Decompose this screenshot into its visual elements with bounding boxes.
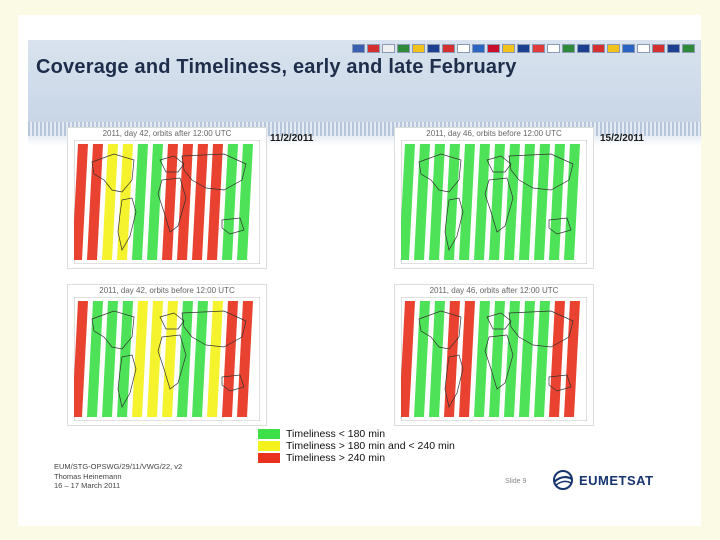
slide-number: Slide 9 [505, 478, 527, 485]
footer-doc-ref: EUM/STG-OPSWG/29/11/VWG/22, v2 [54, 462, 183, 471]
flag-icon [622, 44, 635, 53]
flag-icon [517, 44, 530, 53]
eumetsat-globe-icon [553, 470, 573, 490]
footer-date: 16 – 17 March 2011 [54, 481, 121, 490]
map-panel-1: 2011, day 42, orbits after 12:00 UTC [67, 127, 267, 269]
coverage-map [74, 140, 260, 264]
flag-icon [607, 44, 620, 53]
map-caption: 2011, day 46, orbits before 12:00 UTC [426, 129, 562, 138]
map-caption: 2011, day 42, orbits before 12:00 UTC [99, 286, 235, 295]
legend-swatch-yellow [258, 441, 280, 451]
flag-icon [397, 44, 410, 53]
footer-info: EUM/STG-OPSWG/29/11/VWG/22, v2 Thomas He… [54, 462, 182, 491]
date-label-right: 15/2/2011 [600, 133, 644, 144]
flag-icon [562, 44, 575, 53]
map-panel-3: 2011, day 42, orbits before 12:00 UTC [67, 284, 267, 426]
legend-label: Timeliness > 240 min [286, 452, 386, 464]
flag-icon [652, 44, 665, 53]
flag-icon [427, 44, 440, 53]
eu-flags-strip [352, 44, 695, 53]
flag-icon [442, 44, 455, 53]
flag-icon [412, 44, 425, 53]
logo-text: EUMETSAT [579, 472, 654, 488]
flag-icon [637, 44, 650, 53]
coverage-map [401, 140, 587, 264]
legend-item: Timeliness > 180 min and < 240 min [258, 440, 455, 452]
flag-icon [352, 44, 365, 53]
flag-icon [367, 44, 380, 53]
header-banner [28, 40, 701, 122]
legend-item: Timeliness < 180 min [258, 428, 455, 440]
flag-icon [682, 44, 695, 53]
flag-icon [457, 44, 470, 53]
legend-swatch-green [258, 429, 280, 439]
eumetsat-logo: EUMETSAT [552, 470, 654, 490]
date-label-left: 11/2/2011 [270, 133, 314, 144]
map-panel-4: 2011, day 46, orbits after 12:00 UTC [394, 284, 594, 426]
coverage-map [74, 297, 260, 421]
map-caption: 2011, day 42, orbits after 12:00 UTC [102, 129, 232, 138]
footer-author: Thomas Heinemann [54, 471, 122, 481]
legend-label: Timeliness > 180 min and < 240 min [286, 440, 455, 452]
legend: Timeliness < 180 min Timeliness > 180 mi… [258, 428, 455, 464]
flag-icon [547, 44, 560, 53]
legend-item: Timeliness > 240 min [258, 452, 455, 464]
flag-icon [382, 44, 395, 53]
flag-icon [532, 44, 545, 53]
map-panel-2: 2011, day 46, orbits before 12:00 UTC [394, 127, 594, 269]
flag-icon [667, 44, 680, 53]
flag-icon [592, 44, 605, 53]
flag-icon [577, 44, 590, 53]
legend-swatch-red [258, 453, 280, 463]
flag-icon [487, 44, 500, 53]
flag-icon [472, 44, 485, 53]
slide-title: Coverage and Timeliness, early and late … [36, 56, 517, 78]
legend-label: Timeliness < 180 min [286, 428, 386, 440]
flag-icon [502, 44, 515, 53]
coverage-map [401, 297, 587, 421]
map-caption: 2011, day 46, orbits after 12:00 UTC [429, 286, 559, 295]
